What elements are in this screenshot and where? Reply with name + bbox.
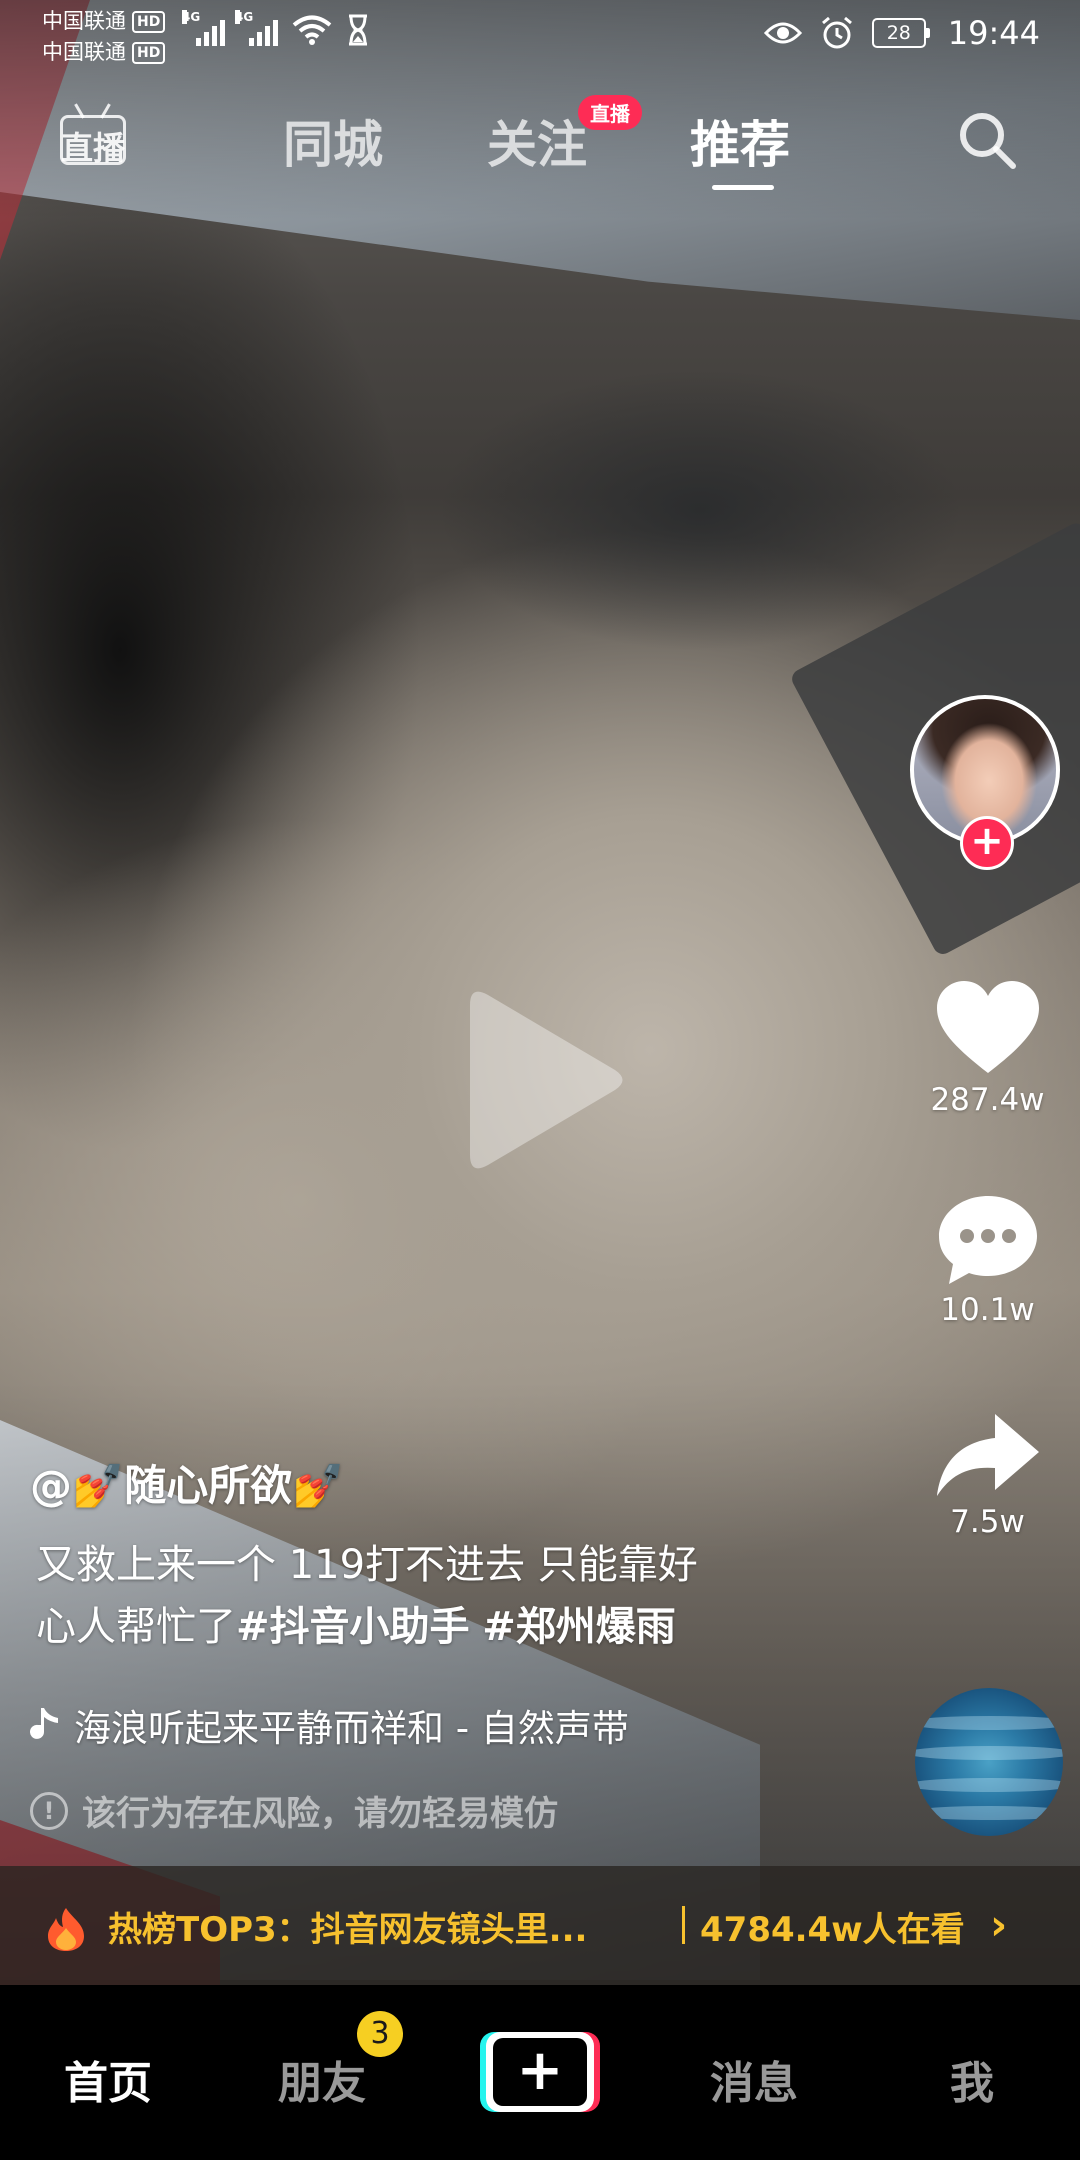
live-tv-label: 直播 [60, 129, 125, 167]
signal-icon-1: 4G [182, 10, 225, 46]
wifi-icon [292, 15, 332, 45]
music-info[interactable]: 海浪听起来平静而祥和 - 自然声带 [30, 1698, 629, 1752]
share-button[interactable]: 7.5w [920, 1410, 1055, 1540]
caption-line-1: 又救上来一个 119打不进去 只能靠好 [36, 1542, 698, 1588]
carrier-info: 中国联通 HD 中国联通 HD [42, 6, 166, 68]
status-right-group: 28 19:44 [763, 14, 1040, 52]
active-tab-indicator [712, 185, 774, 190]
app-screen: 中国联通 HD 中国联通 HD 4G 4G 28 19:44 直播 同城 关注 … [0, 0, 1080, 2160]
author-handle-text: @💅随心所欲💅 [30, 1461, 345, 1510]
music-note-icon [30, 1708, 58, 1739]
tab-home[interactable]: 首页 [64, 2047, 152, 2111]
warning-icon: ! [30, 1791, 68, 1830]
share-icon [936, 1414, 1039, 1496]
like-count: 287.4w [930, 1082, 1045, 1118]
like-button[interactable]: 287.4w [920, 978, 1055, 1118]
signal-icon-2: 4G [235, 10, 278, 46]
caption-line-2: 心人帮忙了 [36, 1604, 236, 1650]
hot-list-bar[interactable]: 热榜TOP3：抖音网友镜头里... 4784.4w人在看 › [0, 1866, 1080, 1985]
live-badge: 直播 [578, 95, 642, 130]
hd-badge-2: HD [132, 41, 166, 64]
clock: 19:44 [947, 14, 1040, 52]
hot-list-divider [682, 1906, 685, 1944]
network-type-2: 4G [235, 10, 254, 24]
top-nav: 直播 同城 关注 直播 推荐 [0, 95, 1080, 190]
hot-list-viewers: 4784.4w人在看 [700, 1910, 965, 1950]
play-icon[interactable] [460, 985, 630, 1175]
hd-badge-1: HD [132, 10, 166, 33]
tab-nearby[interactable]: 同城 [283, 105, 383, 177]
network-type-1: 4G [182, 10, 201, 24]
signal-indicators: 4G 4G [182, 10, 370, 46]
battery-level: 28 [871, 18, 926, 48]
tab-messages[interactable]: 消息 [710, 2047, 798, 2111]
music-title: 海浪听起来平静而祥和 - 自然声带 [74, 1707, 629, 1750]
heart-icon [936, 981, 1039, 1073]
status-bar: 中国联通 HD 中国联通 HD 4G 4G 28 19:44 [0, 0, 1080, 70]
comment-button[interactable]: 10.1w [920, 1192, 1055, 1328]
tab-me[interactable]: 我 [950, 2047, 994, 2111]
author-handle[interactable]: @💅随心所欲💅 [30, 1452, 345, 1513]
tab-friends[interactable]: 朋友 [278, 2047, 366, 2111]
eye-icon [763, 22, 802, 44]
video-caption: 又救上来一个 119打不进去 只能靠好 心人帮忙了#抖音小助手 #郑州爆雨 [36, 1534, 796, 1658]
flame-icon [48, 1908, 84, 1951]
comment-icon [938, 1196, 1037, 1284]
battery-indicator: 28 [871, 18, 930, 48]
carrier-name-1: 中国联通 [42, 9, 126, 33]
tab-recommend[interactable]: 推荐 [690, 105, 790, 177]
tab-following[interactable]: 关注 [487, 105, 587, 177]
hot-list-title: 热榜TOP3：抖音网友镜头里... [108, 1910, 588, 1950]
author-avatar-group[interactable]: + [910, 695, 1066, 875]
alarm-icon [821, 16, 852, 49]
search-icon[interactable] [955, 108, 1019, 172]
live-tv-icon[interactable]: 直播 [60, 103, 130, 167]
carrier-name-2: 中国联通 [42, 40, 126, 64]
comment-count: 10.1w [940, 1292, 1035, 1328]
chevron-right-icon: › [990, 1900, 1008, 1949]
add-video-button[interactable]: + [480, 2032, 600, 2112]
bottom-nav: 首页 朋友 3 + 消息 我 [0, 1985, 1080, 2160]
risk-warning: ! 该行为存在风险，请勿轻易模仿 [30, 1786, 558, 1835]
hashtag-link[interactable]: #郑州爆雨 [482, 1604, 676, 1650]
plus-icon: + [493, 2038, 587, 2106]
share-count: 7.5w [950, 1504, 1025, 1540]
music-disc[interactable] [915, 1688, 1063, 1836]
hashtag-link[interactable]: #抖音小助手 [236, 1604, 470, 1650]
friends-badge: 3 [357, 2011, 403, 2057]
follow-plus-button[interactable]: + [960, 816, 1014, 870]
hourglass-icon [349, 14, 367, 46]
risk-warning-text: 该行为存在风险，请勿轻易模仿 [82, 1794, 558, 1834]
